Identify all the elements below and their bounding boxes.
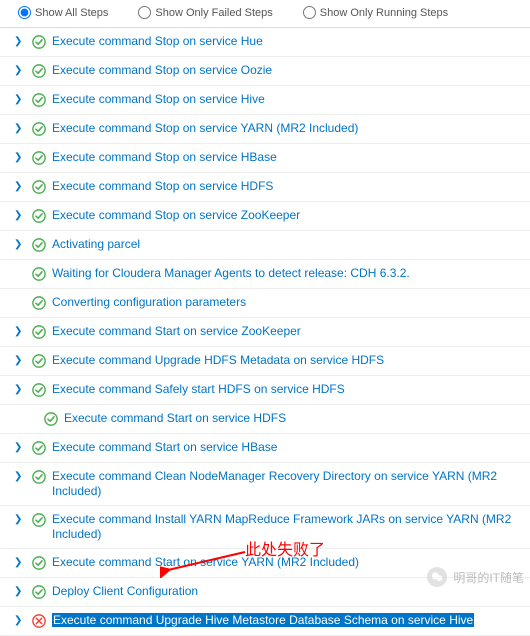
step-row[interactable]: ❯ Execute command Stop on service Hive bbox=[0, 86, 530, 115]
step-label[interactable]: Execute command Stop on service YARN (MR… bbox=[52, 121, 520, 136]
chevron-right-icon[interactable]: ❯ bbox=[14, 584, 26, 600]
step-row[interactable]: ❯ Execute command Install YARN MapReduce … bbox=[0, 506, 530, 549]
chevron-right-icon[interactable]: ❯ bbox=[14, 555, 26, 571]
status-success-icon bbox=[32, 441, 46, 455]
filter-all-label: Show All Steps bbox=[35, 7, 108, 19]
wechat-icon bbox=[427, 567, 447, 587]
step-label[interactable]: Execute command Stop on service Oozie bbox=[52, 63, 520, 78]
filter-failed-label: Show Only Failed Steps bbox=[155, 7, 272, 19]
step-row[interactable]: ❯Waiting for Cloudera Manager Agents to … bbox=[0, 260, 530, 289]
step-label[interactable]: Execute command Stop on service HDFS bbox=[52, 179, 520, 194]
status-success-icon bbox=[32, 151, 46, 165]
step-list: ❯Execute command Stop on service Hue❯Exe… bbox=[0, 28, 530, 636]
step-row[interactable]: ❯ Execute command Stop on service Hue bbox=[0, 28, 530, 57]
chevron-right-icon[interactable]: ❯ bbox=[14, 440, 26, 456]
step-label[interactable]: Converting configuration parameters bbox=[52, 295, 520, 310]
filter-failed[interactable]: Show Only Failed Steps bbox=[138, 6, 272, 19]
status-success-icon bbox=[32, 513, 46, 527]
chevron-right-icon[interactable]: ❯ bbox=[14, 208, 26, 224]
step-label[interactable]: Execute command Upgrade HDFS Metadata on… bbox=[52, 353, 520, 368]
chevron-right-icon[interactable]: ❯ bbox=[14, 121, 26, 137]
step-label[interactable]: Waiting for Cloudera Manager Agents to d… bbox=[52, 266, 520, 281]
status-success-icon bbox=[32, 585, 46, 599]
chevron-right-icon[interactable]: ❯ bbox=[14, 150, 26, 166]
status-success-icon bbox=[32, 238, 46, 252]
status-success-icon bbox=[32, 93, 46, 107]
chevron-right-icon[interactable]: ❯ bbox=[14, 237, 26, 253]
step-label[interactable]: Execute command Install YARN MapReduce F… bbox=[52, 512, 520, 542]
filter-running[interactable]: Show Only Running Steps bbox=[303, 6, 448, 19]
step-row[interactable]: ❯ Activating parcel bbox=[0, 231, 530, 260]
status-success-icon bbox=[32, 470, 46, 484]
chevron-right-icon[interactable]: ❯ bbox=[14, 353, 26, 369]
filter-running-radio[interactable] bbox=[303, 6, 316, 19]
chevron-right-icon[interactable]: ❯ bbox=[14, 382, 26, 398]
watermark: 明哥的IT随笔 bbox=[427, 567, 524, 587]
step-row[interactable]: ❯ Execute command Stop on service HBase bbox=[0, 144, 530, 173]
step-row[interactable]: ❯ Execute command Safely start HDFS on se… bbox=[0, 376, 530, 405]
step-row[interactable]: ❯ Execute command Upgrade Hive Metastore … bbox=[0, 607, 530, 636]
watermark-text: 明哥的IT随笔 bbox=[453, 569, 524, 586]
step-row[interactable]: ❯ Execute command Stop on service YARN (M… bbox=[0, 115, 530, 144]
status-success-icon bbox=[32, 556, 46, 570]
status-success-icon bbox=[44, 412, 58, 426]
step-row[interactable]: ❯ Execute command Start on service ZooKee… bbox=[0, 318, 530, 347]
chevron-right-icon[interactable]: ❯ bbox=[14, 34, 26, 50]
status-success-icon bbox=[32, 122, 46, 136]
step-label[interactable]: Execute command Start on service HBase bbox=[52, 440, 520, 455]
step-row[interactable]: ❯ Execute command Stop on service ZooKeep… bbox=[0, 202, 530, 231]
step-filter-bar: Show All Steps Show Only Failed Steps Sh… bbox=[0, 0, 530, 28]
step-label[interactable]: Activating parcel bbox=[52, 237, 520, 252]
status-success-icon bbox=[32, 354, 46, 368]
step-label[interactable]: Execute command Stop on service ZooKeepe… bbox=[52, 208, 520, 223]
filter-all-radio[interactable] bbox=[18, 6, 31, 19]
step-label[interactable]: Execute command Upgrade Hive Metastore D… bbox=[52, 613, 474, 627]
chevron-right-icon[interactable]: ❯ bbox=[14, 512, 26, 528]
status-success-icon bbox=[32, 267, 46, 281]
chevron-right-icon[interactable]: ❯ bbox=[14, 92, 26, 108]
step-label[interactable]: Execute command Stop on service Hive bbox=[52, 92, 520, 107]
status-success-icon bbox=[32, 209, 46, 223]
status-error-icon bbox=[32, 614, 46, 628]
status-success-icon bbox=[32, 35, 46, 49]
step-row[interactable]: ❯Execute command Start on service HDFS bbox=[0, 405, 530, 434]
step-row[interactable]: ❯ Execute command Stop on service HDFS bbox=[0, 173, 530, 202]
step-label[interactable]: Execute command Safely start HDFS on ser… bbox=[52, 382, 520, 397]
chevron-right-icon[interactable]: ❯ bbox=[14, 179, 26, 195]
filter-failed-radio[interactable] bbox=[138, 6, 151, 19]
step-row[interactable]: ❯ Execute command Start on service HBase bbox=[0, 434, 530, 463]
status-success-icon bbox=[32, 296, 46, 310]
step-row[interactable]: ❯Converting configuration parameters bbox=[0, 289, 530, 318]
step-label[interactable]: Execute command Stop on service HBase bbox=[52, 150, 520, 165]
status-success-icon bbox=[32, 64, 46, 78]
step-label[interactable]: Execute command Clean NodeManager Recove… bbox=[52, 469, 520, 499]
status-success-icon bbox=[32, 180, 46, 194]
step-row[interactable]: ❯ Execute command Upgrade HDFS Metadata o… bbox=[0, 347, 530, 376]
status-success-icon bbox=[32, 325, 46, 339]
step-row[interactable]: ❯ Execute command Clean NodeManager Recov… bbox=[0, 463, 530, 506]
step-label[interactable]: Execute command Start on service ZooKeep… bbox=[52, 324, 520, 339]
chevron-right-icon[interactable]: ❯ bbox=[14, 63, 26, 79]
step-row[interactable]: ❯ Execute command Stop on service Oozie bbox=[0, 57, 530, 86]
chevron-right-icon[interactable]: ❯ bbox=[14, 469, 26, 485]
filter-all[interactable]: Show All Steps bbox=[18, 6, 108, 19]
chevron-right-icon[interactable]: ❯ bbox=[14, 613, 26, 629]
filter-running-label: Show Only Running Steps bbox=[320, 7, 448, 19]
step-label[interactable]: Execute command Start on service HDFS bbox=[64, 411, 520, 426]
status-success-icon bbox=[32, 383, 46, 397]
step-label[interactable]: Execute command Stop on service Hue bbox=[52, 34, 520, 49]
chevron-right-icon[interactable]: ❯ bbox=[14, 324, 26, 340]
